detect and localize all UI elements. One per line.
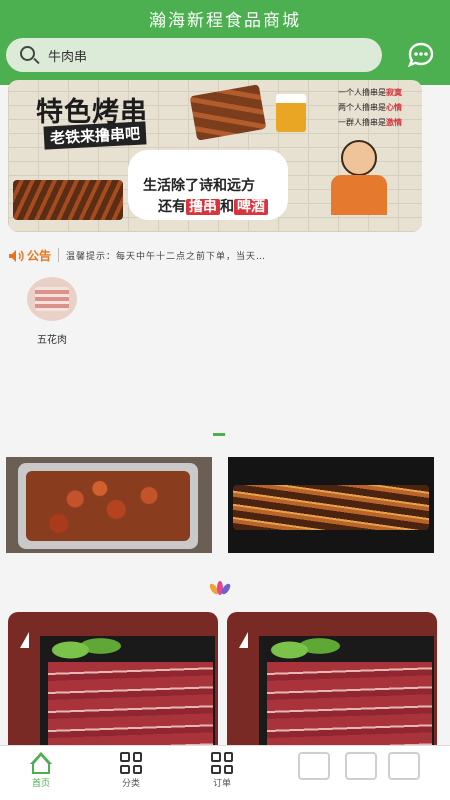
banner-slogan-1: 生活除了诗和远方 [143,178,255,194]
divider [58,248,60,262]
notice-bar[interactable]: 公告 温馨提示：每天中午十二点之前下单，当天… [8,245,266,265]
faded-tab-icon [345,752,377,780]
tab-label: 首页 [31,779,50,789]
featured-image-shrimp[interactable] [6,457,212,553]
app-title: 瀚海新程食品商城 [149,11,301,31]
category-item-pork-belly[interactable]: 五花肉 [24,277,80,346]
grill-illustration [13,180,123,220]
product-card[interactable] [8,612,218,747]
category-label: 五花肉 [37,335,67,346]
tab-home[interactable]: 首页 [16,752,66,789]
tab-category[interactable]: 分类 [106,752,156,789]
search-input[interactable]: 牛肉串 [6,38,382,72]
tab-label: 分类 [121,779,140,789]
speaker-icon [8,248,24,262]
grid-icon [120,752,142,774]
product-image [267,662,432,747]
search-icon [18,44,40,66]
product-card[interactable] [227,612,437,747]
flower-divider-icon [205,580,235,596]
chef-illustration [341,140,377,176]
bottom-tab-bar: 首页 分类 订单 [0,745,450,800]
app-header: 瀚海新程食品商城 牛肉串 [0,0,450,85]
faded-tab-icon [298,752,330,780]
faded-tab-icon [388,752,420,780]
tab-orders[interactable]: 订单 [197,752,247,789]
chat-icon[interactable] [406,40,436,70]
product-image [48,662,213,747]
category-image [27,277,77,321]
home-icon [29,752,53,774]
tab-label: 订单 [212,779,231,789]
banner-slogan-2: 还有 撸串和啤酒 [158,196,268,216]
beer-illustration [276,94,306,132]
brand-logo-icon [233,630,259,660]
grid-icon [211,752,233,774]
brand-logo-icon [14,630,40,660]
banner-promo-list: 一个人撸串是寂寞 两个人撸串是心情 一群人撸串是激情 [338,88,402,127]
notice-text: 温馨提示：每天中午十二点之前下单，当天… [66,251,267,262]
promo-banner[interactable]: 特色烤串 老铁来撸串吧 生活除了诗和远方 还有 撸串和啤酒 一个人撸串是寂寞 两个… [8,80,422,232]
notice-label: 公告 [27,248,52,263]
search-query-text: 牛肉串 [48,49,88,65]
featured-image-grill[interactable] [228,457,434,553]
page-indicator [213,433,225,436]
